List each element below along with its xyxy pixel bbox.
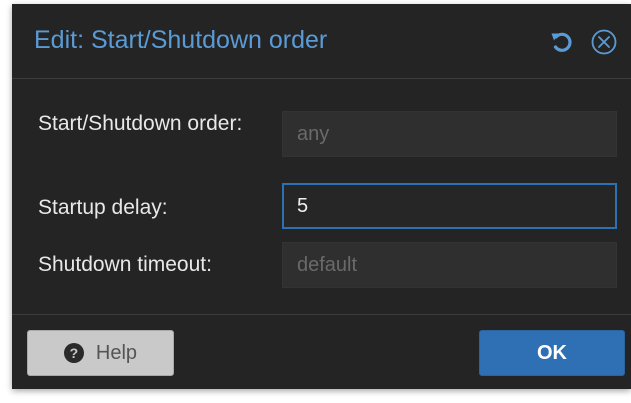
- undo-icon[interactable]: [548, 28, 576, 56]
- help-button-label: Help: [95, 341, 138, 364]
- startup-delay-label: Startup delay:: [38, 196, 168, 219]
- dialog-form: Start/Shutdown order: Startup delay: Shu…: [12, 79, 631, 315]
- dialog-title: Edit: Start/Shutdown order: [34, 26, 328, 54]
- dialog-titlebar: Edit: Start/Shutdown order: [12, 4, 631, 79]
- shutdown-timeout-field[interactable]: [282, 242, 617, 288]
- order-label: Start/Shutdown order:: [38, 112, 243, 135]
- startup-delay-field[interactable]: [282, 183, 617, 229]
- dialog-footer: ? Help OK: [12, 314, 631, 389]
- shutdown-timeout-label: Shutdown timeout:: [38, 253, 212, 276]
- close-circle-icon[interactable]: [590, 28, 618, 56]
- order-field[interactable]: [282, 111, 617, 157]
- help-button[interactable]: ? Help: [27, 330, 174, 376]
- ok-button[interactable]: OK: [479, 330, 625, 376]
- edit-start-shutdown-dialog: Edit: Start/Shutdown order Start/Shutdow…: [12, 4, 631, 389]
- question-circle-icon: ?: [63, 343, 84, 363]
